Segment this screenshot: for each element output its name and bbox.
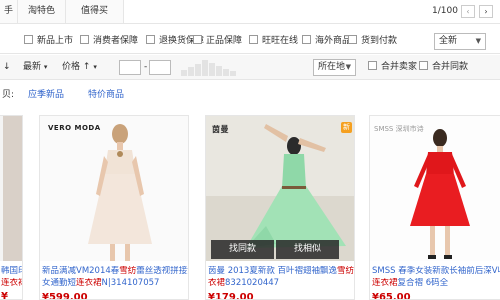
filter-consumer-protection[interactable]: 消费者保障 xyxy=(80,35,138,48)
checkbox-icon[interactable] xyxy=(80,35,89,44)
checkbox-icon[interactable] xyxy=(193,35,202,44)
histogram-bar xyxy=(230,71,236,76)
recommend-tags: 贝: 应季新品 特价商品 xyxy=(0,84,500,106)
product-price: ¥599.00 xyxy=(42,292,88,300)
product-image[interactable] xyxy=(370,116,500,261)
product-title[interactable]: SMSS 春季女装新款长袖前后深V收腰 xyxy=(372,266,500,277)
product-title[interactable]: 新品满减VM2014春雪纺蕾丝透视拼接漂 xyxy=(42,266,188,277)
product-title[interactable]: 茵曼 2013夏新款 百叶褶翅袖飘逸雪纺连 xyxy=(208,266,354,277)
product-image[interactable] xyxy=(0,116,22,261)
merge-same-items-checkbox[interactable]: 合并同款 xyxy=(419,61,468,74)
filter-cash-on-delivery[interactable]: 货到付款 xyxy=(348,35,397,48)
histogram-bar xyxy=(223,69,229,76)
histogram-bar xyxy=(216,66,222,76)
tag-special-price[interactable]: 特价商品 xyxy=(88,88,124,102)
checkbox-icon[interactable] xyxy=(24,35,33,44)
checkbox-icon[interactable] xyxy=(419,61,428,70)
brand-logo: VERO MODA xyxy=(48,124,101,132)
brand-logo: SMSS 深圳市诗 xyxy=(374,125,424,133)
tab-worth-buying[interactable]: 值得买 xyxy=(66,0,124,23)
histogram-bar xyxy=(181,70,187,76)
histogram-bar xyxy=(188,67,194,76)
price-min-input[interactable] xyxy=(119,60,141,75)
filter-wangwang-online[interactable]: 旺旺在线 xyxy=(249,35,298,48)
product-card[interactable]: SMSS 深圳市诗 SMSS 春季女装新款长袖前后深V收腰 连衣裙复合褶 6码全… xyxy=(369,115,500,300)
checkbox-icon[interactable] xyxy=(302,35,311,44)
condition-select[interactable]: 全新 ▼ xyxy=(434,33,486,50)
histogram-bar xyxy=(202,60,208,76)
product-title-line2[interactable]: 连衣裙 xyxy=(1,278,22,289)
find-same-button[interactable]: 找同款 xyxy=(211,240,274,259)
sort-price[interactable]: 价格 ↑ ▾ xyxy=(62,60,97,75)
checkbox-icon[interactable] xyxy=(146,35,155,44)
chevron-down-icon: ▾ xyxy=(43,63,48,71)
price-max-input[interactable] xyxy=(149,60,171,75)
tab-taotese[interactable]: 淘特色 xyxy=(18,0,66,23)
product-card[interactable]: VERO MODA 新品满减VM2014春雪纺蕾丝透视拼接漂 女通勤短连衣裙N|… xyxy=(39,115,189,300)
find-similar-button[interactable]: 找相似 xyxy=(276,240,339,259)
product-image[interactable] xyxy=(40,116,188,261)
product-title-line2[interactable]: 女通勤短连衣裙N|314107057 xyxy=(42,278,188,289)
product-card[interactable]: 韩国印 连衣裙 ¥ xyxy=(0,115,23,300)
filter-bar: 新品上市 消费者保障 退换货保障 正品保障 旺旺在线 海外商品 货到付款 全新 ▼ xyxy=(0,28,500,54)
chevron-down-icon: ▾ xyxy=(93,63,97,71)
filter-overseas[interactable]: 海外商品 xyxy=(302,35,351,48)
filter-authentic-guarantee[interactable]: 正品保障 xyxy=(193,35,242,48)
product-title-line2[interactable]: 衣裙8321020447 xyxy=(208,278,354,289)
product-price: ¥ xyxy=(1,291,8,300)
top-tabs-bar: 手 淘特色 值得买 1/100 ‹ › xyxy=(0,0,500,24)
prev-page-button[interactable]: ‹ xyxy=(461,5,475,18)
chevron-down-icon: ▼ xyxy=(345,63,351,71)
tags-prefix: 贝: xyxy=(2,90,15,100)
chevron-down-icon: ▼ xyxy=(475,37,481,45)
product-price: ¥179.00 xyxy=(208,292,254,300)
product-title-line2[interactable]: 连衣裙复合褶 6码全 xyxy=(372,278,500,289)
product-card[interactable]: 茵曼 新 找同款 找相似 茵曼 2013夏新款 百叶褶翅袖飘逸雪纺连 衣裙832… xyxy=(205,115,355,300)
sort-newest[interactable]: 最新 ▾ xyxy=(23,60,47,75)
histogram-bar xyxy=(195,64,201,76)
checkbox-icon[interactable] xyxy=(348,35,357,44)
product-price: ¥65.00 xyxy=(372,292,411,300)
next-page-button[interactable]: › xyxy=(479,5,493,18)
location-select[interactable]: 所在地 ▼ xyxy=(313,59,356,76)
tag-seasonal-new[interactable]: 应季新品 xyxy=(28,88,64,102)
new-badge-icon: 新 xyxy=(341,122,352,133)
checkbox-icon[interactable] xyxy=(249,35,258,44)
merge-sellers-checkbox[interactable]: 合并卖家 xyxy=(368,61,417,74)
brand-logo: 茵曼 xyxy=(212,125,229,134)
checkbox-icon[interactable] xyxy=(368,61,377,70)
product-title[interactable]: 韩国印 xyxy=(1,266,22,277)
tab-used[interactable]: 手 xyxy=(0,0,18,23)
page-counter: 1/100 xyxy=(432,6,458,16)
sort-arrow-icon[interactable]: ↓ xyxy=(3,60,11,75)
sort-bar: ↓ 最新 ▾ 价格 ↑ ▾ - 所在地 ▼ 合并卖家 合并同款 xyxy=(0,55,500,80)
histogram-bar xyxy=(209,63,215,76)
filter-new-arrivals[interactable]: 新品上市 xyxy=(24,35,73,48)
price-range-dash: - xyxy=(144,62,148,72)
